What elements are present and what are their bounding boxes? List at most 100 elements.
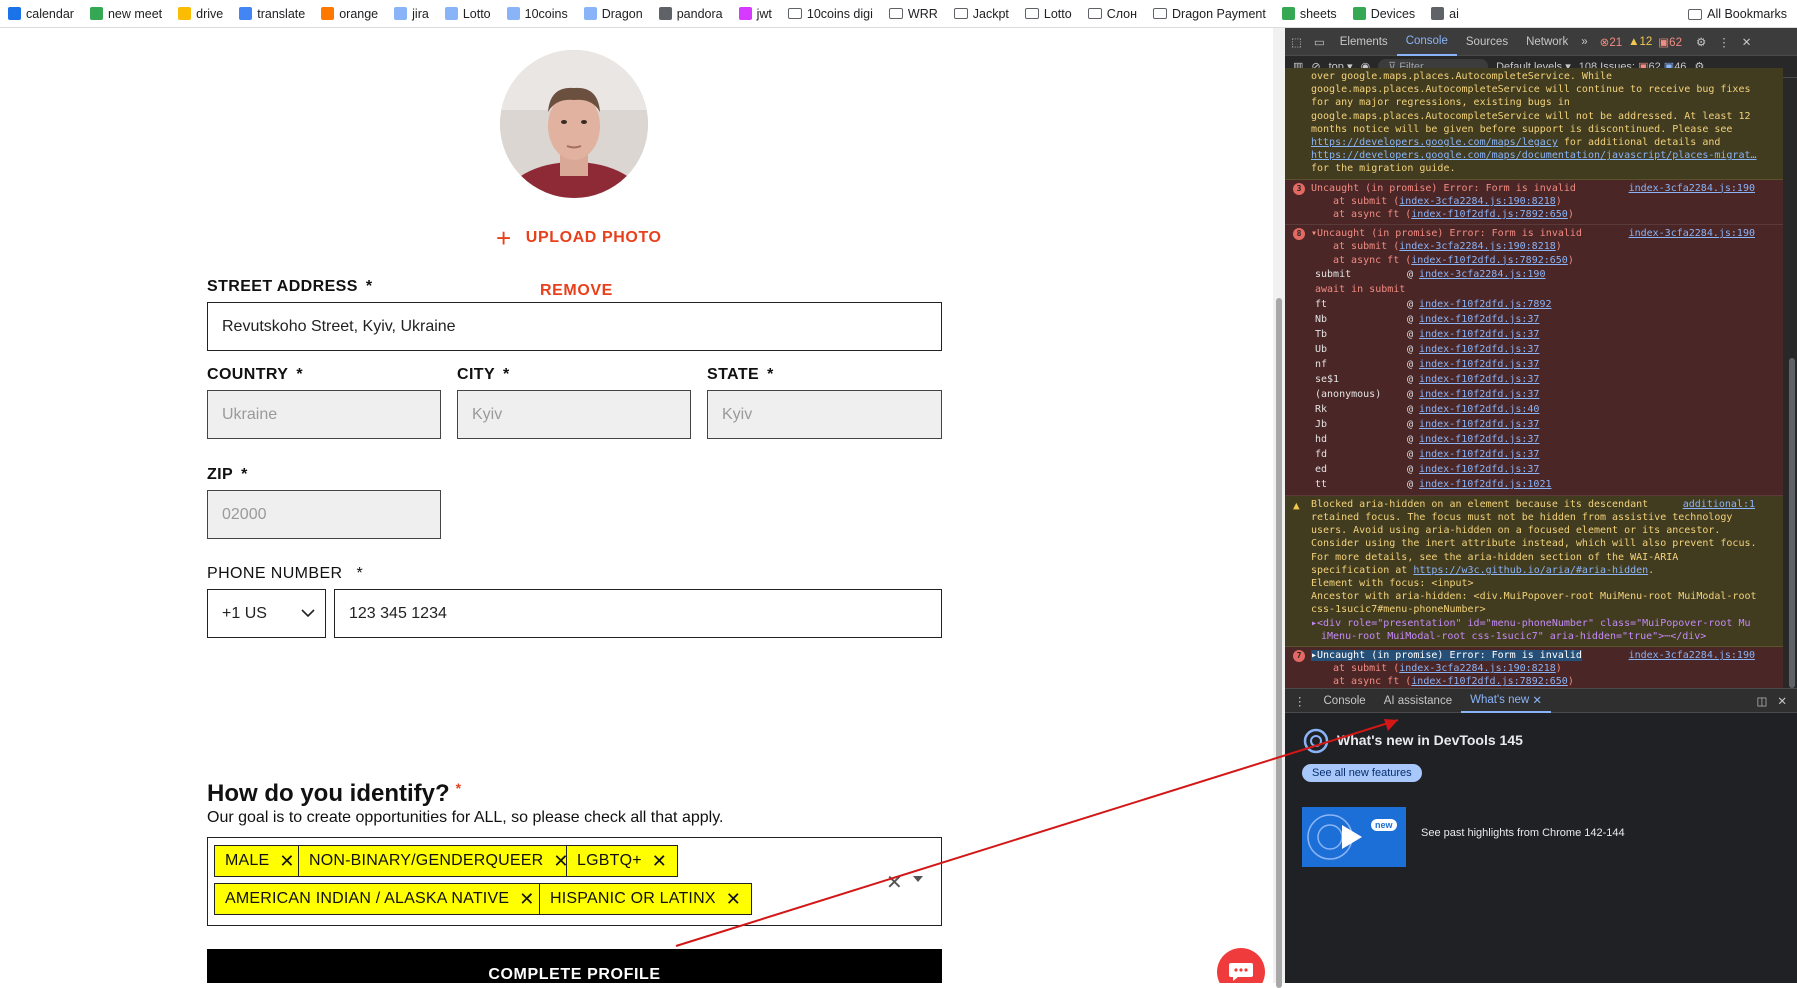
- log-line[interactable]: iMenu-root MuiModal-root css-1sucic7" ar…: [1311, 630, 1773, 643]
- source-link[interactable]: index-3cfa2284.js:190: [1629, 182, 1755, 195]
- zip-input[interactable]: 02000: [207, 490, 441, 539]
- state-input[interactable]: Kyiv: [707, 390, 942, 439]
- frame-source-link[interactable]: index-f10f2dfd.js:37: [1419, 449, 1539, 460]
- chat-button[interactable]: [1217, 948, 1265, 983]
- bookmark-item[interactable]: Dragon: [576, 0, 651, 27]
- frame-source-link[interactable]: index-f10f2dfd.js:37: [1419, 419, 1539, 430]
- frame-source-link[interactable]: index-3cfa2284.js:190: [1419, 269, 1545, 280]
- drawer-tab-ai-assistance[interactable]: AI assistance: [1375, 689, 1461, 713]
- maps-migration-link[interactable]: https://developers.google.com/maps/docum…: [1311, 150, 1757, 161]
- bookmark-item[interactable]: jwt: [731, 0, 780, 27]
- drawer-tab-whats-new[interactable]: What's new ✕: [1461, 689, 1552, 713]
- city-input[interactable]: Kyiv: [457, 390, 691, 439]
- frame-link[interactable]: @ index-f10f2dfd.js:37: [1407, 357, 1773, 372]
- tab-elements[interactable]: Elements: [1331, 28, 1397, 56]
- past-highlights-link[interactable]: See past highlights from Chrome 142-144: [1421, 827, 1625, 839]
- warning-count-badge[interactable]: ▲12: [1628, 36, 1652, 48]
- remove-photo-button[interactable]: REMOVE: [540, 282, 613, 300]
- error-count-badge[interactable]: ⊗21: [1600, 35, 1622, 49]
- street-address-input[interactable]: Revutskoho Street, Kyiv, Ukraine: [207, 302, 942, 351]
- bookmark-item[interactable]: Слон: [1080, 0, 1145, 27]
- bookmark-item[interactable]: Devices: [1345, 0, 1423, 27]
- frame-link[interactable]: @ index-f10f2dfd.js:37: [1407, 387, 1773, 402]
- highlights-thumbnail[interactable]: [1302, 807, 1406, 867]
- stack-link[interactable]: index-3cfa2284.js:190:8218: [1399, 196, 1556, 207]
- bookmark-item[interactable]: pandora: [651, 0, 731, 27]
- bookmark-item[interactable]: Dragon Payment: [1145, 0, 1274, 27]
- drawer-tab-console[interactable]: Console: [1315, 689, 1375, 713]
- frame-source-link[interactable]: index-f10f2dfd.js:37: [1419, 359, 1539, 370]
- frame-source-link[interactable]: index-f10f2dfd.js:37: [1419, 344, 1539, 355]
- drawer-menu-icon[interactable]: ⋮: [1285, 689, 1315, 713]
- bookmark-item[interactable]: calendar: [0, 0, 82, 27]
- source-link[interactable]: index-3cfa2284.js:190: [1629, 227, 1755, 240]
- maps-legacy-link[interactable]: https://developers.google.com/maps/legac…: [1311, 137, 1558, 148]
- log-line[interactable]: ▸<div role="presentation" id="menu-phone…: [1311, 617, 1773, 630]
- dock-icon[interactable]: ◫: [1756, 694, 1777, 708]
- stack-link[interactable]: index-3cfa2284.js:190:8218: [1399, 663, 1556, 674]
- issues-count-badge[interactable]: ▣62: [1658, 35, 1682, 49]
- chip-remove-icon[interactable]: ✕: [652, 852, 667, 870]
- stack-link[interactable]: index-f10f2dfd.js:7892:650: [1411, 255, 1568, 266]
- bookmark-item[interactable]: 10coins: [499, 0, 576, 27]
- frame-source-link[interactable]: index-f10f2dfd.js:37: [1419, 329, 1539, 340]
- bookmark-item[interactable]: WRR: [881, 0, 946, 27]
- bookmark-item[interactable]: Jackpt: [946, 0, 1017, 27]
- frame-link[interactable]: @ index-f10f2dfd.js:7892: [1407, 297, 1773, 312]
- close-devtools-icon[interactable]: ✕: [1742, 35, 1752, 49]
- bookmark-item[interactable]: new meet: [82, 0, 170, 27]
- device-toggle-icon[interactable]: ▭: [1308, 28, 1331, 56]
- source-link[interactable]: additional:1: [1683, 498, 1755, 511]
- frame-source-link[interactable]: index-f10f2dfd.js:7892: [1419, 299, 1551, 310]
- frame-link[interactable]: @ index-f10f2dfd.js:37: [1407, 432, 1773, 447]
- bookmark-item[interactable]: Lotto: [1017, 0, 1080, 27]
- bookmark-item[interactable]: translate: [231, 0, 313, 27]
- clear-all-icon[interactable]: ✕: [886, 870, 903, 895]
- frame-link[interactable]: @ index-3cfa2284.js:190: [1407, 267, 1773, 282]
- upload-photo-button[interactable]: + UPLOAD PHOTO: [496, 225, 662, 251]
- frame-link[interactable]: @ index-f10f2dfd.js:37: [1407, 312, 1773, 327]
- phone-number-input[interactable]: 123 345 1234: [334, 589, 942, 638]
- bookmark-item[interactable]: orange: [313, 0, 386, 27]
- country-input[interactable]: Ukraine: [207, 390, 441, 439]
- bookmark-item[interactable]: jira: [386, 0, 437, 27]
- page-scrollbar-thumb[interactable]: [1276, 298, 1282, 988]
- frame-link[interactable]: @ index-f10f2dfd.js:1021: [1407, 477, 1773, 492]
- see-all-features-button[interactable]: See all new features: [1302, 764, 1422, 782]
- frame-source-link[interactable]: index-f10f2dfd.js:37: [1419, 389, 1539, 400]
- tab-sources[interactable]: Sources: [1457, 28, 1517, 56]
- stack-link[interactable]: index-3cfa2284.js:190:8218: [1399, 241, 1556, 252]
- frame-source-link[interactable]: index-f10f2dfd.js:40: [1419, 404, 1539, 415]
- inspect-icon[interactable]: ⬚: [1285, 28, 1308, 56]
- tab-network[interactable]: Network: [1517, 28, 1577, 56]
- close-tab-icon[interactable]: ✕: [1532, 693, 1542, 707]
- chip-remove-icon[interactable]: ✕: [279, 852, 294, 870]
- frame-source-link[interactable]: index-f10f2dfd.js:37: [1419, 464, 1539, 475]
- bookmark-item[interactable]: ai: [1423, 0, 1467, 27]
- chip-remove-icon[interactable]: ✕: [726, 890, 741, 908]
- bookmark-item[interactable]: Lotto: [437, 0, 499, 27]
- stack-link[interactable]: index-f10f2dfd.js:7892:650: [1411, 676, 1568, 687]
- frame-source-link[interactable]: index-f10f2dfd.js:37: [1419, 434, 1539, 445]
- dropdown-arrow-icon[interactable]: [913, 876, 923, 882]
- bookmark-item[interactable]: drive: [170, 0, 231, 27]
- stack-link[interactable]: index-f10f2dfd.js:7892:650: [1411, 209, 1568, 220]
- frame-source-link[interactable]: index-f10f2dfd.js:37: [1419, 314, 1539, 325]
- settings-icon[interactable]: ⚙: [1696, 35, 1706, 49]
- frame-link[interactable]: @ index-f10f2dfd.js:37: [1407, 417, 1773, 432]
- bookmark-item[interactable]: sheets: [1274, 0, 1345, 27]
- bookmark-item[interactable]: 10coins digi: [780, 0, 881, 27]
- console-scrollbar[interactable]: [1789, 358, 1795, 688]
- complete-profile-button[interactable]: COMPLETE PROFILE: [207, 949, 942, 983]
- frame-source-link[interactable]: index-f10f2dfd.js:37: [1419, 374, 1539, 385]
- frame-link[interactable]: @ index-f10f2dfd.js:37: [1407, 462, 1773, 477]
- chip-remove-icon[interactable]: ✕: [519, 890, 534, 908]
- phone-country-select[interactable]: +1 US: [207, 589, 326, 638]
- frame-link[interactable]: @ index-f10f2dfd.js:37: [1407, 372, 1773, 387]
- frame-link[interactable]: @ index-f10f2dfd.js:37: [1407, 447, 1773, 462]
- more-tabs-icon[interactable]: »: [1577, 28, 1591, 56]
- all-bookmarks-button[interactable]: All Bookmarks: [1688, 0, 1787, 28]
- frame-source-link[interactable]: index-f10f2dfd.js:1021: [1419, 479, 1551, 490]
- tab-console[interactable]: Console: [1396, 28, 1457, 56]
- page-scrollbar[interactable]: [1273, 28, 1285, 988]
